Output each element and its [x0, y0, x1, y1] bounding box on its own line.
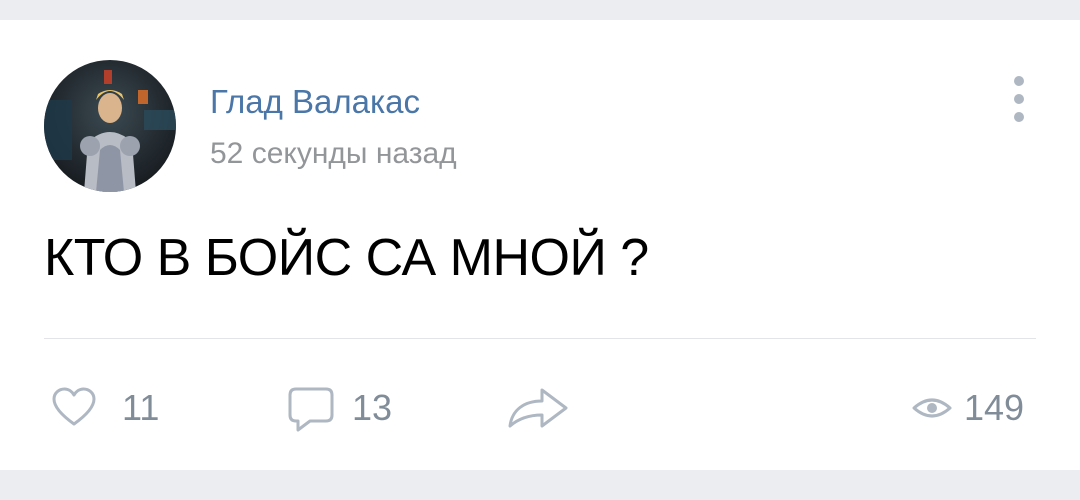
like-button[interactable]: 11	[50, 384, 180, 432]
likes-count: 11	[122, 387, 160, 428]
post-card: Глад Валакас 52 секунды назад КТО В БОЙС…	[0, 20, 1080, 470]
eye-icon	[912, 398, 952, 418]
views-count: 149	[964, 387, 1025, 428]
comment-button[interactable]: 13	[286, 384, 416, 432]
divider	[44, 338, 1036, 339]
share-icon	[508, 388, 568, 428]
post-timestamp: 52 секунды назад	[210, 137, 457, 170]
comments-count: 13	[352, 387, 393, 428]
post-text: КТО В БОЙС СА МНОЙ ?	[44, 229, 649, 287]
author-avatar[interactable]	[44, 60, 176, 192]
more-vertical-icon[interactable]	[1000, 72, 1040, 126]
avatar-image	[44, 60, 176, 192]
heart-icon	[52, 387, 96, 426]
comment-icon	[288, 387, 334, 432]
author-name[interactable]: Глад Валакас	[210, 82, 420, 122]
views-counter: 149	[912, 384, 1038, 432]
share-button[interactable]	[506, 384, 576, 432]
